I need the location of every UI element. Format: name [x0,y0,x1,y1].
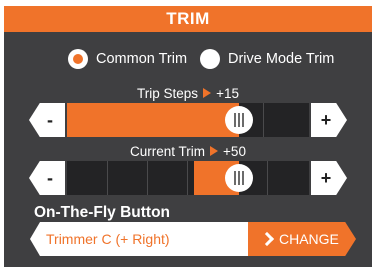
on-the-fly-title: On-The-Fly Button [34,204,171,221]
trip-steps-decrease-button[interactable]: - [29,103,65,137]
trip-steps-value: +15 [216,85,239,101]
track-tick [107,161,108,195]
trip-steps-label: Trip Steps [137,85,199,101]
change-button-label: CHANGE [279,231,339,247]
trim-panel: Common Trim Drive Mode Trim Trip Steps +… [4,32,372,267]
trip-steps-increase-button[interactable]: + [311,103,347,137]
track-tick [187,161,188,195]
trip-steps-knob[interactable] [224,106,253,134]
arrow-right-icon [203,88,212,98]
track-tick [263,103,264,137]
current-trim-value: +50 [223,143,246,159]
change-button[interactable]: CHANGE [248,222,356,256]
current-trim-increase-button[interactable]: + [311,161,347,195]
arrow-right-icon [210,146,219,156]
on-the-fly-value[interactable]: Trimmer C (+ Right) [30,222,248,256]
radio-common-trim[interactable]: Common Trim [68,48,187,70]
track-tick [267,161,268,195]
radio-drive-mode-trim-label: Drive Mode Trim [228,51,335,67]
radio-selected-icon [68,49,88,69]
current-trim-knob[interactable] [224,164,253,192]
radio-drive-mode-trim[interactable]: Drive Mode Trim [200,48,334,70]
radio-unselected-icon [200,49,220,69]
trip-steps-track[interactable] [67,103,309,137]
current-trim-label: Current Trim [130,143,206,159]
on-the-fly-row: Trimmer C (+ Right) CHANGE [30,222,356,256]
current-trim-track[interactable] [67,161,309,195]
trip-steps-slider: - + [4,103,372,137]
trip-steps-label-row: Trip Steps +15 [4,85,372,101]
chevron-right-icon [259,231,275,247]
current-trim-label-row: Current Trim +50 [4,143,372,159]
current-trim-slider: - + [4,161,372,195]
track-tick [147,161,148,195]
trip-steps-fill [67,103,239,137]
radio-common-trim-label: Common Trim [96,51,188,67]
current-trim-decrease-button[interactable]: - [29,161,65,195]
page-title: TRIM [4,6,372,32]
trim-screen: TRIM Common Trim Drive Mode Trim Trip St… [0,0,377,269]
